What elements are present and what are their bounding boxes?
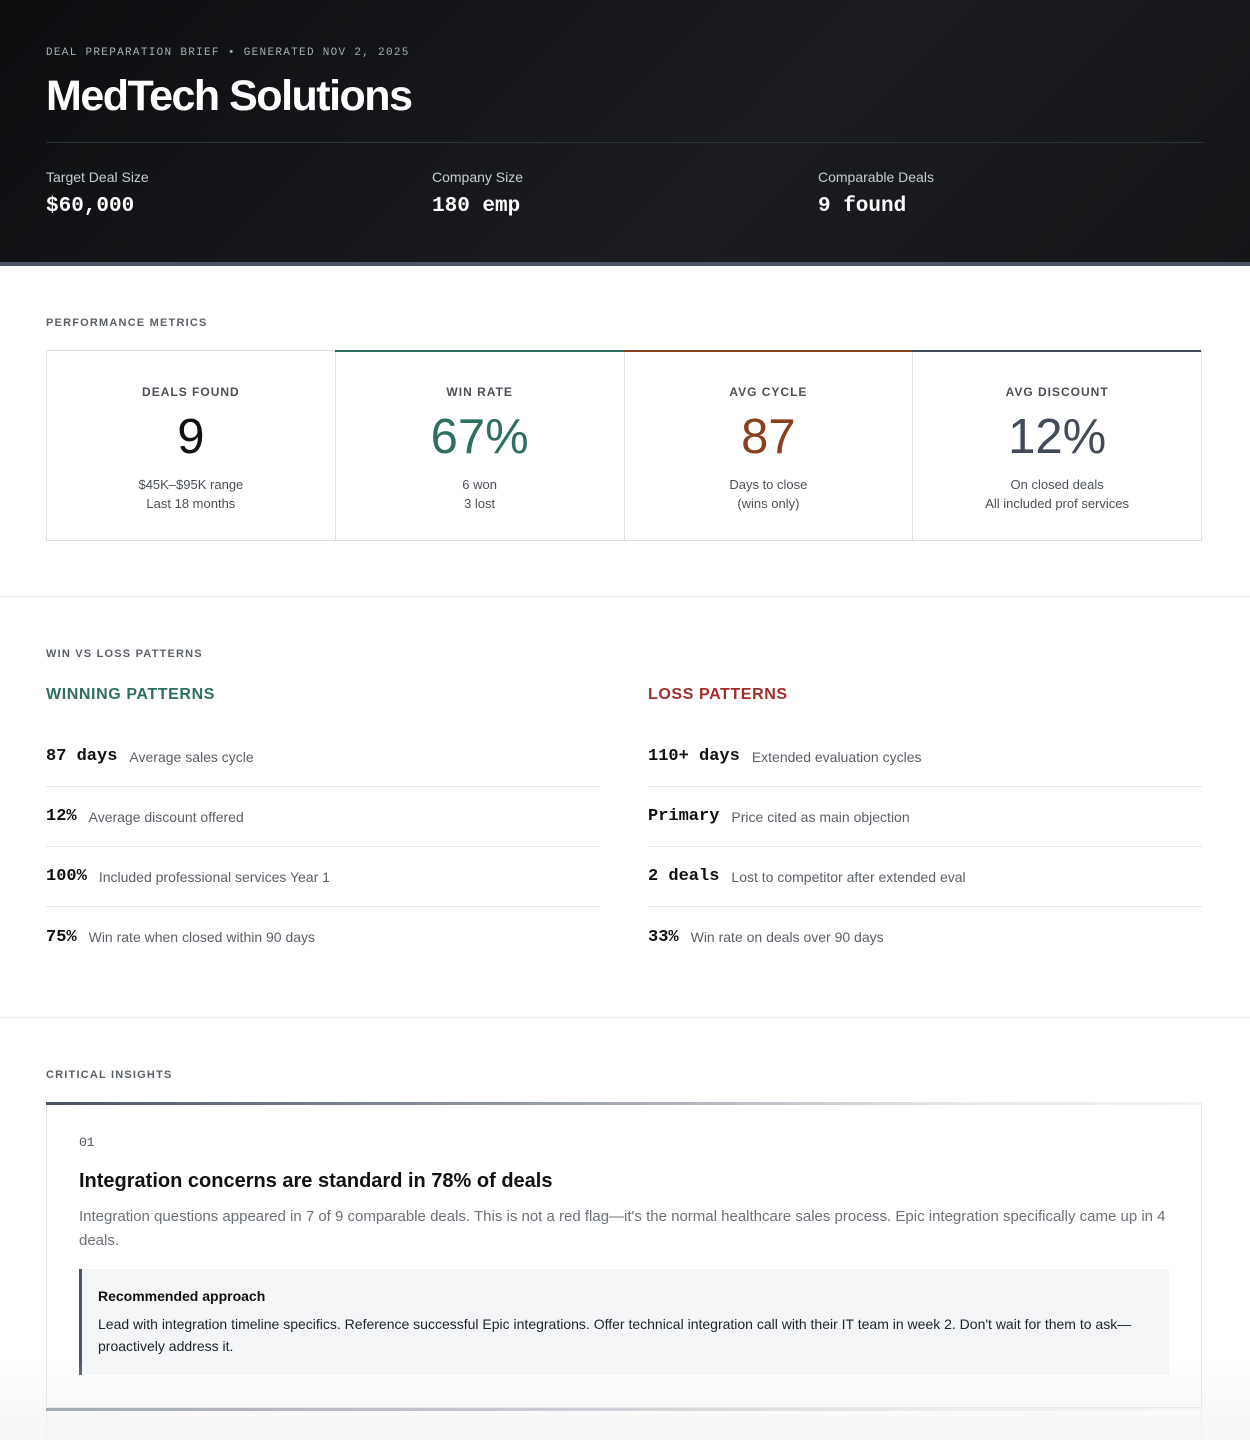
insight-number: 01 bbox=[79, 1135, 95, 1150]
pattern-row: 110+ days Extended evaluation cycles bbox=[648, 727, 1202, 787]
stat-company-size: Company Size 180 emp bbox=[432, 168, 818, 219]
metric-subtext: On closed deals All included prof servic… bbox=[913, 475, 1201, 513]
winning-patterns-list: 87 days Average sales cycle 12% Average di… bbox=[46, 727, 600, 967]
metric-value: 12% bbox=[1008, 410, 1107, 464]
company-name: MedTech Solutions bbox=[46, 72, 413, 120]
brief-eyebrow: DEAL PREPARATION BRIEF • GENERATED NOV 2, … bbox=[46, 46, 1204, 60]
metric-subtext-line: Days to close bbox=[729, 477, 808, 492]
metric-accent-line bbox=[912, 350, 1201, 352]
patterns-columns: WINNING PATTERNS 87 days Average sales cy… bbox=[46, 685, 1202, 967]
metric-value: 87 bbox=[741, 410, 796, 464]
pattern-stat: 110+ days bbox=[648, 747, 740, 766]
metric-accent-line bbox=[623, 350, 913, 352]
insight-card-next bbox=[46, 1408, 1202, 1440]
eyebrow-separator: • bbox=[227, 47, 236, 59]
metric-subtext: 6 won 3 lost bbox=[336, 475, 624, 513]
metric-card-avg-discount: AVG DISCOUNT 12% On closed deals All inc… bbox=[912, 350, 1201, 540]
metric-subtext-line: Last 18 months bbox=[146, 496, 236, 511]
stat-value: 9 found bbox=[818, 195, 907, 218]
brief-header: DEAL PREPARATION BRIEF • GENERATED NOV 2, … bbox=[0, 0, 1250, 262]
pattern-stat: 33% bbox=[648, 927, 679, 947]
stat-target-deal-size: Target Deal Size $60,000 bbox=[46, 168, 432, 219]
metric-label: DEALS FOUND bbox=[142, 385, 240, 399]
insight-body: Integration questions appeared in 7 of 9… bbox=[79, 1208, 1166, 1249]
approach-body: Lead with integration timeline specifics… bbox=[98, 1316, 1132, 1354]
metric-subtext-line: 6 won bbox=[462, 477, 497, 492]
metric-label: AVG DISCOUNT bbox=[1005, 385, 1109, 399]
eyebrow-title: DEAL PREPARATION BRIEF bbox=[46, 47, 220, 59]
stat-comparable-deals: Comparable Deals 9 found bbox=[818, 168, 1204, 219]
pattern-description: Average sales cycle bbox=[129, 748, 254, 765]
section-label: CRITICAL INSIGHTS bbox=[46, 1069, 173, 1081]
stat-value: $60,000 bbox=[46, 195, 135, 218]
pattern-description: Included professional services Year 1 bbox=[98, 868, 330, 885]
pattern-row: 2 deals Lost to competitor after extended… bbox=[648, 847, 1202, 907]
stat-label: Company Size bbox=[432, 169, 524, 185]
metric-subtext-line: On closed deals bbox=[1010, 477, 1104, 492]
performance-metrics-section: PERFORMANCE METRICS DEALS FOUND 9 $45K–$… bbox=[0, 266, 1250, 596]
pattern-row: 100% Included professional services Year … bbox=[46, 847, 600, 907]
pattern-description: Average discount offered bbox=[88, 808, 244, 825]
pattern-row: Primary Price cited as main objection bbox=[648, 787, 1202, 847]
pattern-stat: 12% bbox=[46, 807, 77, 826]
metric-label: AVG CYCLE bbox=[729, 385, 808, 399]
section-label: PERFORMANCE METRICS bbox=[46, 317, 208, 329]
pattern-stat: 100% bbox=[46, 867, 87, 886]
winning-patterns-heading: WINNING PATTERNS bbox=[46, 686, 215, 703]
stat-label: Target Deal Size bbox=[46, 169, 149, 185]
header-divider bbox=[46, 142, 1204, 143]
pattern-description: Win rate on deals over 90 days bbox=[690, 929, 884, 945]
loss-patterns-list: 110+ days Extended evaluation cycles Prim… bbox=[648, 727, 1202, 967]
metrics-grid: DEALS FOUND 9 $45K–$95K range Last 18 mo… bbox=[46, 350, 1202, 541]
metric-card-avg-cycle: AVG CYCLE 87 Days to close (wins only) bbox=[623, 350, 913, 540]
metric-value: 67% bbox=[430, 410, 529, 464]
pattern-stat: Primary bbox=[648, 807, 720, 826]
pattern-description: Win rate when closed within 90 days bbox=[88, 929, 316, 945]
pattern-row: 75% Win rate when closed within 90 days bbox=[46, 907, 600, 967]
metric-subtext-line: (wins only) bbox=[737, 496, 800, 511]
loss-patterns-column: LOSS PATTERNS 110+ days Extended evaluati… bbox=[648, 685, 1202, 967]
metric-label: WIN RATE bbox=[446, 385, 513, 399]
stat-value: 180 emp bbox=[432, 195, 521, 218]
pattern-stat: 75% bbox=[46, 927, 77, 947]
section-label: WIN VS LOSS PATTERNS bbox=[46, 648, 203, 660]
pattern-row: 12% Average discount offered bbox=[46, 787, 600, 847]
eyebrow-generated-date: GENERATED NOV 2, 2025 bbox=[243, 47, 410, 59]
metric-value: 9 bbox=[177, 410, 205, 464]
metric-card-win-rate: WIN RATE 67% 6 won 3 lost bbox=[334, 350, 624, 540]
recommended-approach-callout: Recommended approach Lead with integrati… bbox=[79, 1269, 1169, 1375]
metric-card-deals-found: DEALS FOUND 9 $45K–$95K range Last 18 mo… bbox=[47, 351, 335, 540]
pattern-description: Lost to competitor after extended eval bbox=[731, 868, 966, 885]
header-accent-strip bbox=[0, 262, 1250, 266]
metric-subtext-line: $45K–$95K range bbox=[138, 477, 244, 492]
metric-accent-line bbox=[334, 350, 624, 352]
insight-accent-bar bbox=[46, 1102, 1202, 1105]
metric-subtext: $45K–$95K range Last 18 months bbox=[47, 475, 335, 513]
pattern-stat: 2 deals bbox=[648, 867, 720, 886]
approach-title: Recommended approach bbox=[98, 1288, 266, 1304]
stat-label: Comparable Deals bbox=[818, 169, 934, 185]
pattern-stat: 87 days bbox=[46, 747, 118, 766]
win-loss-patterns-section: WIN VS LOSS PATTERNS WINNING PATTERNS 87… bbox=[0, 597, 1250, 1017]
critical-insights-section: CRITICAL INSIGHTS 01 Integration concern… bbox=[0, 1018, 1250, 1440]
insight-title: Integration concerns are standard in 78%… bbox=[79, 1170, 553, 1192]
metric-subtext-line: 3 lost bbox=[464, 496, 496, 511]
pattern-description: Extended evaluation cycles bbox=[751, 748, 922, 765]
winning-patterns-column: WINNING PATTERNS 87 days Average sales cy… bbox=[46, 685, 600, 967]
pattern-row: 33% Win rate on deals over 90 days bbox=[648, 907, 1202, 967]
loss-patterns-heading: LOSS PATTERNS bbox=[648, 686, 788, 703]
metric-subtext: Days to close (wins only) bbox=[625, 475, 913, 513]
metric-subtext-line: All included prof services bbox=[985, 496, 1130, 511]
header-stats: Target Deal Size $60,000 Company Size 18… bbox=[46, 168, 1204, 219]
pattern-row: 87 days Average sales cycle bbox=[46, 727, 600, 787]
pattern-description: Price cited as main objection bbox=[731, 808, 910, 825]
insight-accent-bar bbox=[46, 1408, 1202, 1411]
insight-card: 01 Integration concerns are standard in … bbox=[46, 1102, 1202, 1408]
